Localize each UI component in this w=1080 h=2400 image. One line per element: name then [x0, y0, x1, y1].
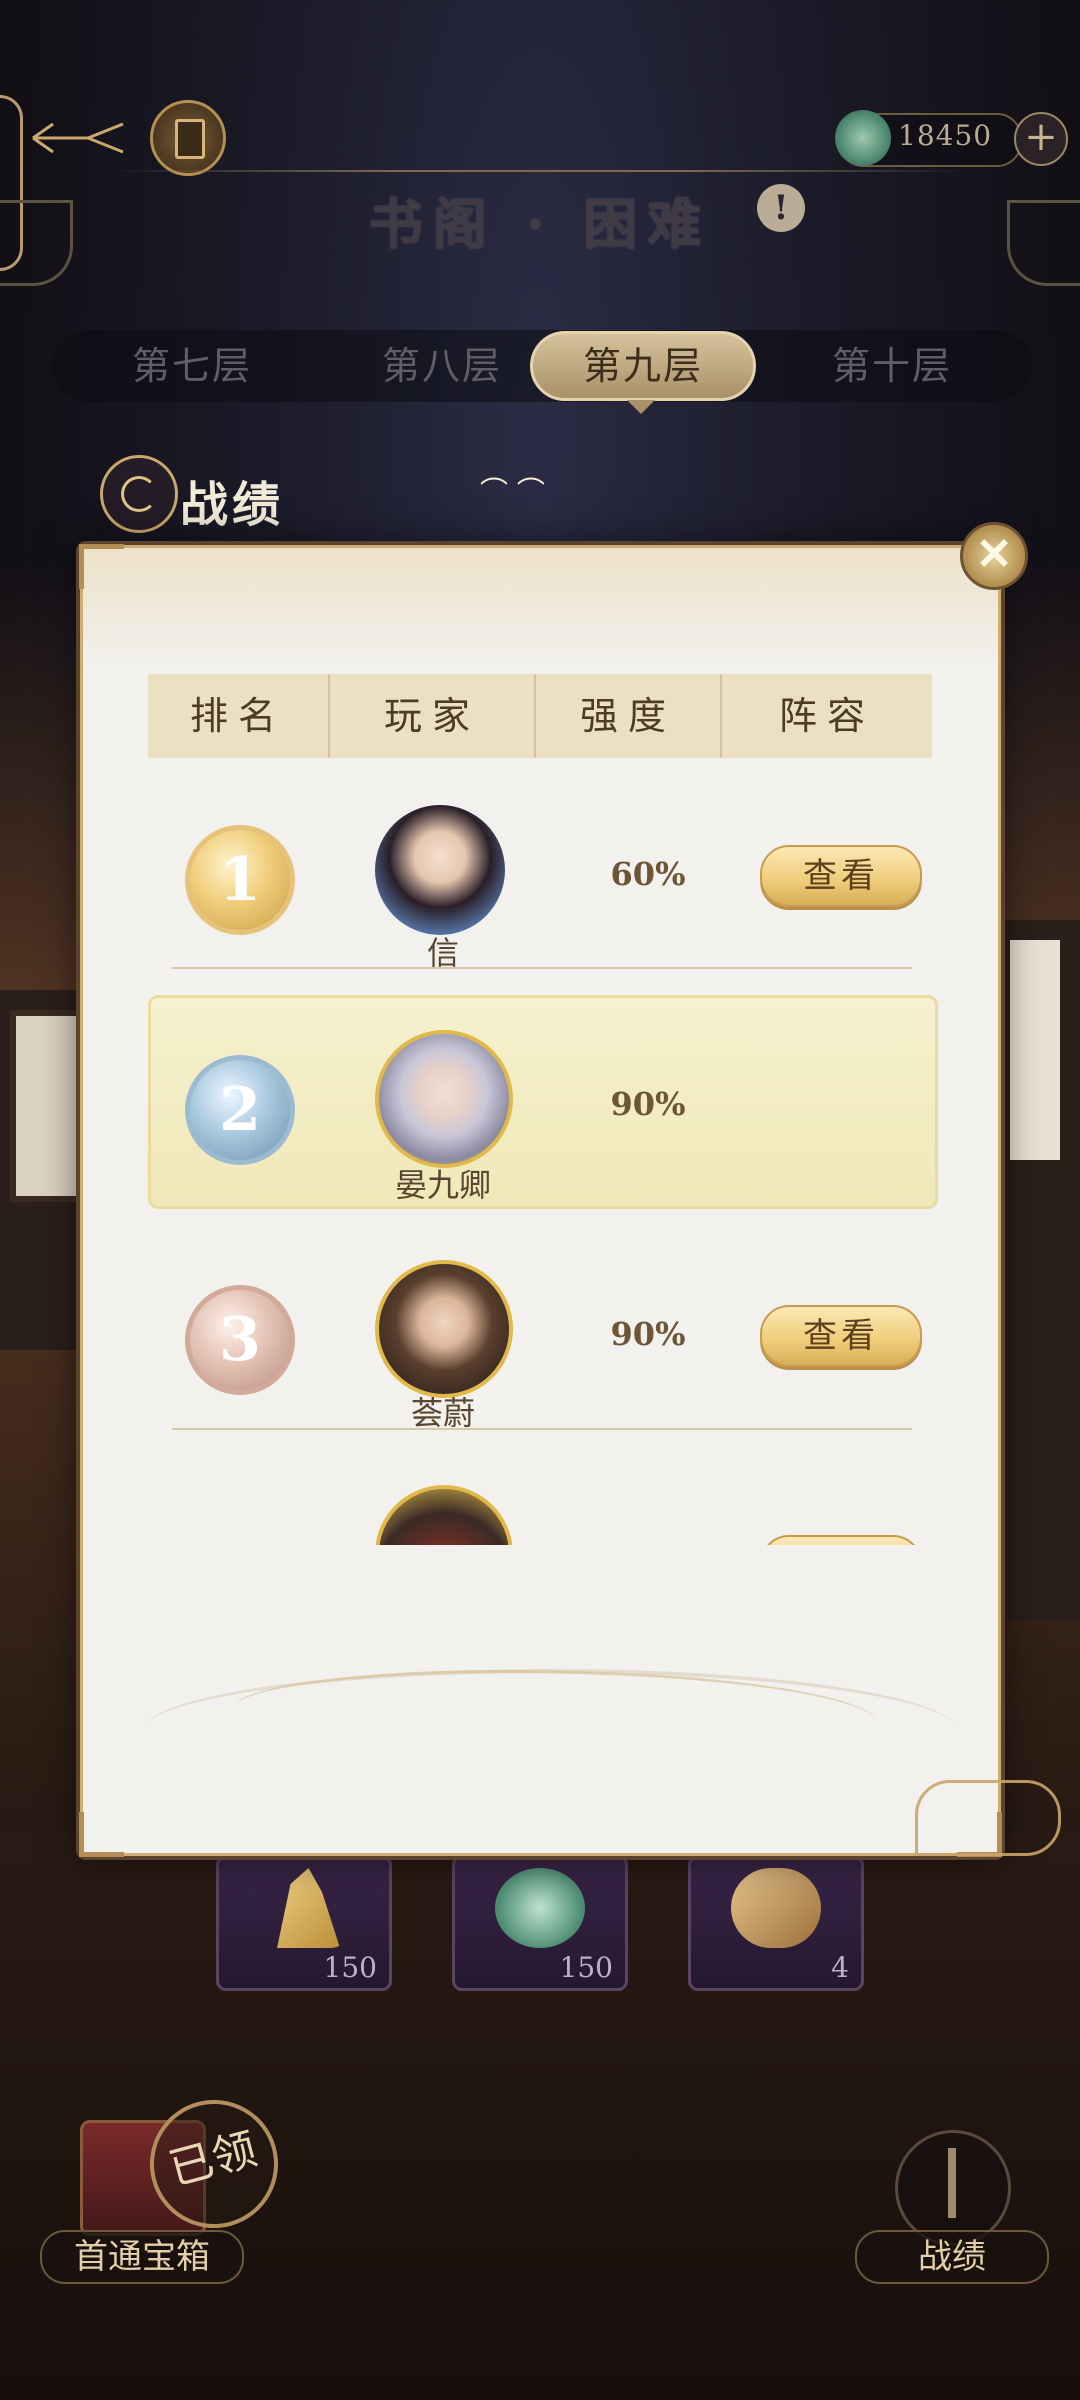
- first-clear-chest-button[interactable]: 已领 首通宝箱: [40, 2085, 293, 2284]
- rank-medal-silver: 2: [185, 1055, 295, 1165]
- tab-floor-7[interactable]: 第七层: [72, 330, 312, 402]
- record-button[interactable]: 战绩: [855, 2130, 1049, 2284]
- reward-count: 150: [323, 1951, 377, 1984]
- tab-floor-10[interactable]: 第十层: [772, 330, 1012, 402]
- reward-item[interactable]: 150: [452, 1855, 628, 1991]
- record-emblem-icon: [100, 455, 178, 533]
- rank-medal-bronze: 3: [185, 1285, 295, 1395]
- scroll-icon[interactable]: [150, 100, 226, 176]
- page-title: 书阁 · 困难: [368, 192, 712, 256]
- view-lineup-button[interactable]: 查看: [760, 1305, 922, 1367]
- reward-item[interactable]: 150: [216, 1855, 392, 1991]
- row-divider: [172, 967, 912, 969]
- player-avatar[interactable]: [375, 805, 505, 935]
- column-header-strength: 强度: [579, 694, 676, 738]
- record-label: 战绩: [855, 2230, 1049, 2284]
- strength-value: 60%: [610, 855, 686, 893]
- strength-value: 90%: [610, 1085, 686, 1123]
- chest-label: 首通宝箱: [40, 2230, 244, 2284]
- jade-currency-icon: [835, 110, 891, 166]
- row-divider: [172, 1428, 912, 1430]
- bird-decoration-icon: ⌒ ⌒: [480, 475, 545, 508]
- player-name: 晏九卿: [394, 1166, 491, 1204]
- help-icon[interactable]: !: [757, 184, 805, 232]
- tab-floor-8[interactable]: 第八层: [322, 330, 562, 402]
- floor-tabs: 第七层 第八层 第九层 第十层: [52, 330, 1032, 402]
- lantern-decoration: [10, 1010, 82, 1202]
- list-clip-area: [83, 1545, 992, 1665]
- reward-item[interactable]: 4: [688, 1855, 864, 1991]
- corner-decoration-right: [1007, 200, 1080, 286]
- strength-value: 90%: [610, 1315, 686, 1353]
- gold-ingot-icon: [277, 1868, 340, 1948]
- section-title: 战绩: [180, 477, 285, 533]
- sword-icon: [895, 2130, 1011, 2246]
- tab-floor-9[interactable]: 第九层: [530, 331, 756, 401]
- arrow-left-icon[interactable]: [28, 118, 128, 158]
- column-header-lineup: 阵容: [778, 694, 875, 738]
- add-currency-button[interactable]: +: [1014, 112, 1068, 166]
- wood-logs-icon: [731, 1868, 821, 1948]
- panel-corner-ornament: [79, 1812, 124, 1857]
- active-tab-pointer: [627, 400, 655, 414]
- panel-corner-ornament: [79, 544, 124, 589]
- column-header-player: 玩家: [383, 694, 480, 738]
- table-header: 排名 玩家 强度 阵容: [148, 674, 932, 758]
- reward-count: 4: [831, 1951, 849, 1984]
- player-avatar[interactable]: [375, 1260, 513, 1398]
- reward-count: 150: [559, 1951, 613, 1984]
- player-avatar[interactable]: [375, 1030, 513, 1168]
- rank-medal-gold: 1: [185, 825, 295, 935]
- column-header-rank: 排名: [189, 694, 286, 738]
- cloud-swirl-decoration: [915, 1780, 1061, 1856]
- currency-value: 18450: [898, 119, 993, 152]
- corner-decoration-left: [0, 200, 73, 286]
- title-divider: [110, 170, 970, 172]
- background-window: [1010, 940, 1060, 1160]
- jade-icon: [495, 1868, 585, 1948]
- view-lineup-button[interactable]: 查看: [760, 845, 922, 907]
- panel-top-ornament: [83, 548, 998, 668]
- close-button[interactable]: ✕: [960, 522, 1028, 590]
